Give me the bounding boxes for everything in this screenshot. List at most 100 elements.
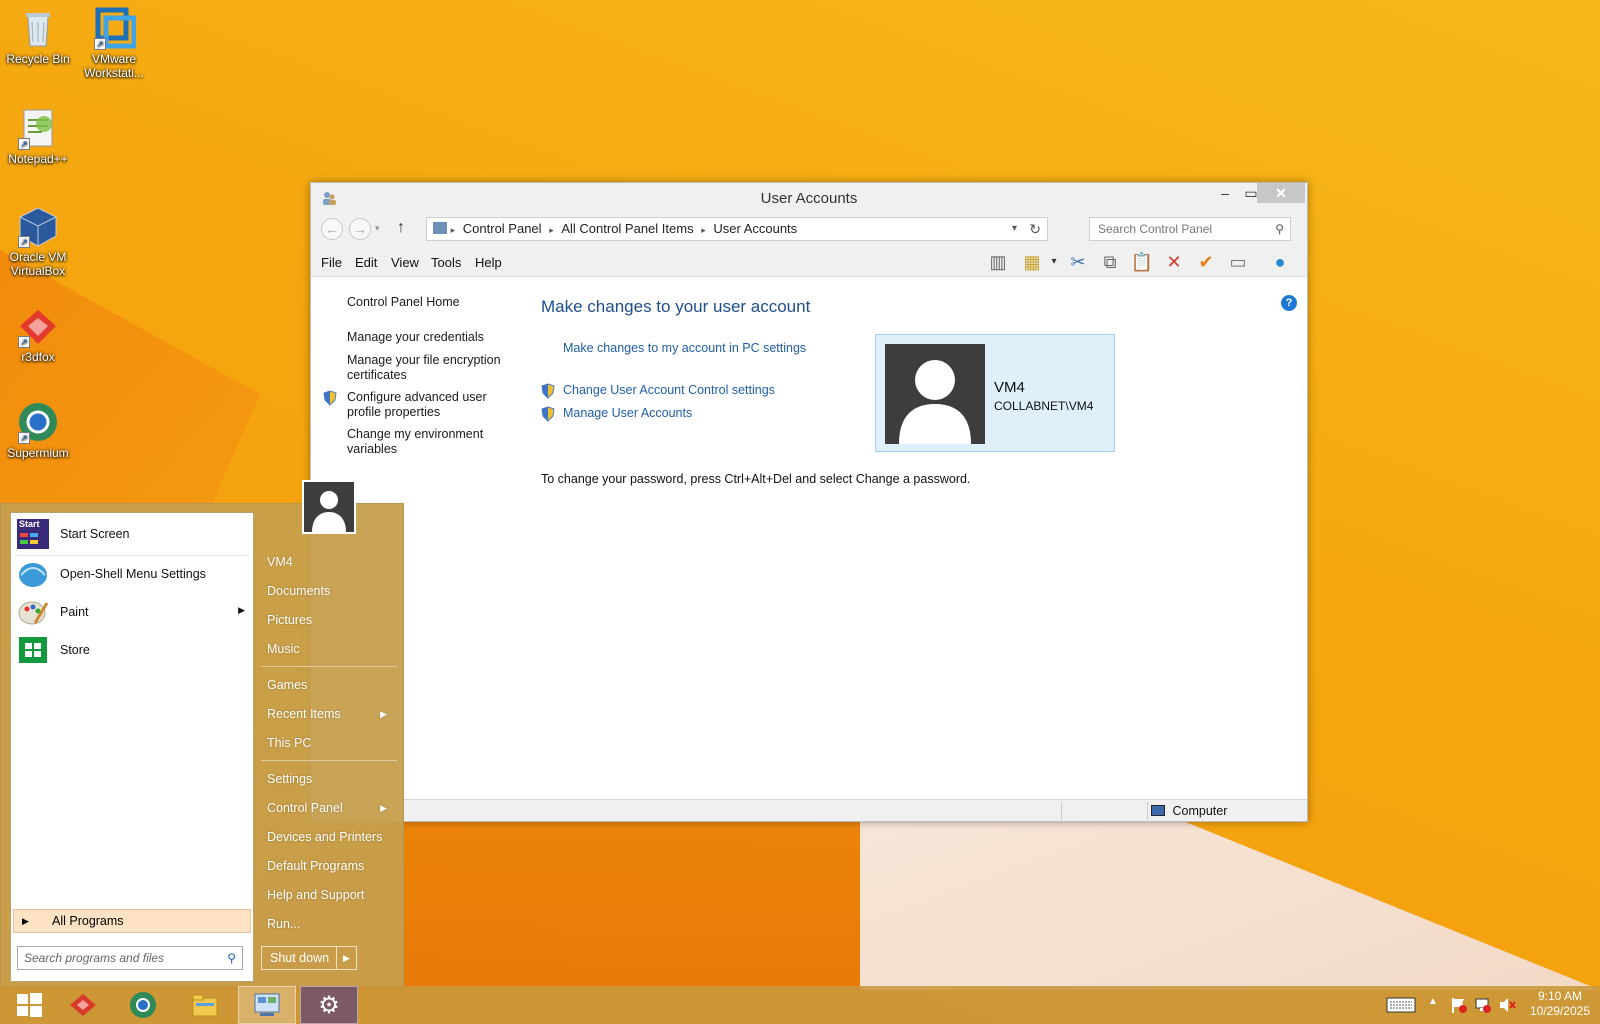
search-control-panel-input[interactable]: Search Control Panel ⚲ [1089, 217, 1291, 241]
desktop-icon-vmware[interactable]: ↗ VMware Workstati... [76, 6, 152, 80]
breadcrumb-control-panel[interactable]: Control Panel [463, 221, 542, 236]
desktop-icon-recycle-bin[interactable]: Recycle Bin [0, 6, 76, 66]
copy-icon[interactable]: ⧉ [1097, 250, 1123, 274]
computer-icon [1151, 805, 1165, 816]
paste-icon[interactable]: 📋 [1129, 250, 1155, 274]
show-hidden-icons-chevron[interactable]: ▲ [1428, 996, 1446, 1014]
taskbar-control-panel[interactable] [238, 986, 296, 1024]
control-panel-home-link[interactable]: Control Panel Home [347, 295, 517, 310]
back-button[interactable]: ← [321, 218, 343, 240]
start-place-settings[interactable]: Settings [267, 772, 312, 786]
start-place-this-pc[interactable]: This PC [267, 736, 311, 750]
r3dfox-icon [70, 994, 96, 1016]
action-center-flag-icon[interactable] [1450, 996, 1468, 1014]
shortcut-arrow-icon: ↗ [18, 336, 30, 348]
environment-variables-link[interactable]: Change my environment variables [347, 427, 517, 457]
window-title: User Accounts [760, 190, 858, 207]
breadcrumb-user-accounts[interactable]: User Accounts [713, 221, 797, 236]
start-place-help-support[interactable]: Help and Support [267, 888, 364, 902]
account-domain: COLLABNET\VM4 [994, 399, 1094, 413]
properties-icon[interactable]: ▭ [1225, 250, 1251, 274]
start-place-user[interactable]: VM4 [267, 555, 293, 569]
pc-settings-link[interactable]: Make changes to my account in PC setting… [563, 341, 806, 355]
shutdown-options-arrow-icon[interactable]: ▶ [336, 947, 356, 969]
start-place-documents[interactable]: Documents [267, 584, 330, 598]
forward-button[interactable]: → [349, 218, 371, 240]
start-item-store[interactable]: Store [15, 633, 249, 667]
start-menu-user-picture[interactable] [302, 480, 356, 534]
start-item-open-shell-settings[interactable]: Open-Shell Menu Settings [15, 557, 249, 591]
delete-icon[interactable]: ✕ [1161, 250, 1187, 274]
search-programs-input[interactable]: Search programs and files ⚲ [17, 946, 243, 970]
start-place-pictures[interactable]: Pictures [267, 613, 312, 627]
shortcut-arrow-icon: ↗ [94, 38, 106, 50]
open-shell-icon [17, 559, 49, 589]
checkmark-icon[interactable]: ✔ [1193, 250, 1219, 274]
vmware-icon: ↗ [92, 6, 137, 50]
uac-settings-link[interactable]: Change User Account Control settings [541, 383, 775, 399]
keyboard-icon[interactable] [1386, 996, 1416, 1014]
desktop-icon-label: r3dfox [21, 350, 55, 364]
manage-credentials-link[interactable]: Manage your credentials [347, 330, 517, 345]
expand-arrow-icon: ▶ [22, 916, 29, 926]
title-bar[interactable]: User Accounts – ▭ ✕ [311, 183, 1307, 213]
desktop-icon-label: Oracle VM VirtualBox [9, 250, 67, 278]
taskbar-file-explorer[interactable] [176, 986, 234, 1024]
folder-options-dropdown-icon[interactable]: ▾ [1041, 250, 1067, 274]
menu-help[interactable]: Help [475, 255, 502, 270]
search-icon: ⚲ [1275, 222, 1284, 236]
shut-down-button[interactable]: Shut down ▶ [261, 946, 357, 970]
clock-date: 10/29/2025 [1529, 1004, 1590, 1018]
taskbar-open-shell-settings[interactable]: ⚙ [300, 986, 358, 1024]
start-place-music[interactable]: Music [267, 642, 300, 656]
status-computer: Computer [1151, 804, 1227, 818]
taskbar-r3dfox[interactable] [54, 986, 112, 1024]
desktop-icon-label: Recycle Bin [6, 52, 70, 66]
start-item-start-screen[interactable]: Start Start Screen [15, 517, 249, 551]
menu-file[interactable]: File [321, 255, 342, 270]
up-button[interactable]: ↑ [397, 219, 405, 237]
minimize-button[interactable]: – [1211, 183, 1239, 203]
all-programs-button[interactable]: ▶ All Programs [13, 909, 251, 933]
close-button[interactable]: ✕ [1257, 183, 1305, 203]
menu-tools[interactable]: Tools [431, 255, 461, 270]
menu-view[interactable]: View [391, 255, 419, 270]
start-place-control-panel[interactable]: Control Panel ▶ [267, 801, 397, 815]
start-place-run[interactable]: Run... [267, 917, 300, 931]
menu-edit[interactable]: Edit [355, 255, 377, 270]
volume-muted-icon[interactable] [1498, 996, 1516, 1014]
cut-icon[interactable]: ✂ [1065, 250, 1091, 274]
control-panel-icon [433, 222, 447, 234]
desktop-icon-label: VMware Workstati... [84, 52, 144, 80]
help-icon[interactable]: ? [1281, 295, 1297, 311]
address-bar[interactable]: ▸ Control Panel ▸ All Control Panel Item… [426, 217, 1048, 241]
clock-time: 9:10 AM [1537, 989, 1582, 1003]
start-place-default-programs[interactable]: Default Programs [267, 859, 364, 873]
recent-locations-chevron-icon[interactable]: ▾ [375, 223, 380, 234]
start-menu-programs-pane: Start Start Screen Open-Shell Menu Setti… [10, 512, 254, 982]
breadcrumb-all-items[interactable]: All Control Panel Items [561, 221, 693, 236]
desktop-icon-notepadpp[interactable]: ↗ Notepad++ [0, 106, 76, 166]
start-place-devices-printers[interactable]: Devices and Printers [267, 830, 382, 844]
start-place-recent-items[interactable]: Recent Items ▶ [267, 707, 397, 721]
address-dropdown-icon[interactable]: ▾ [1012, 218, 1017, 240]
network-icon[interactable] [1474, 996, 1492, 1014]
start-button[interactable] [0, 986, 58, 1024]
layout-pane-icon[interactable]: ▥ [985, 250, 1011, 274]
desktop-icon-virtualbox[interactable]: ↗ Oracle VM VirtualBox [0, 204, 76, 278]
start-place-games[interactable]: Games [267, 678, 307, 692]
manage-user-accounts-link[interactable]: Manage User Accounts [541, 406, 692, 422]
search-icon: ⚲ [227, 951, 236, 965]
store-icon [17, 635, 49, 665]
start-item-paint[interactable]: Paint ▶ [15, 595, 249, 629]
taskbar-clock[interactable]: 9:10 AM 10/29/2025 [1530, 989, 1590, 1019]
advanced-profile-link[interactable]: Configure advanced user profile properti… [323, 390, 517, 420]
password-note: To change your password, press Ctrl+Alt+… [541, 472, 971, 486]
refresh-icon[interactable]: ↻ [1029, 218, 1041, 240]
desktop-icon-supermium[interactable]: ↗ Supermium [0, 400, 76, 460]
account-name: VM4 [994, 379, 1025, 396]
desktop-icon-r3dfox[interactable]: ↗ r3dfox [0, 304, 76, 364]
open-shell-icon[interactable]: ● [1267, 250, 1293, 274]
taskbar-supermium[interactable] [114, 986, 172, 1024]
file-encryption-link[interactable]: Manage your file encryption certificates [347, 353, 517, 383]
